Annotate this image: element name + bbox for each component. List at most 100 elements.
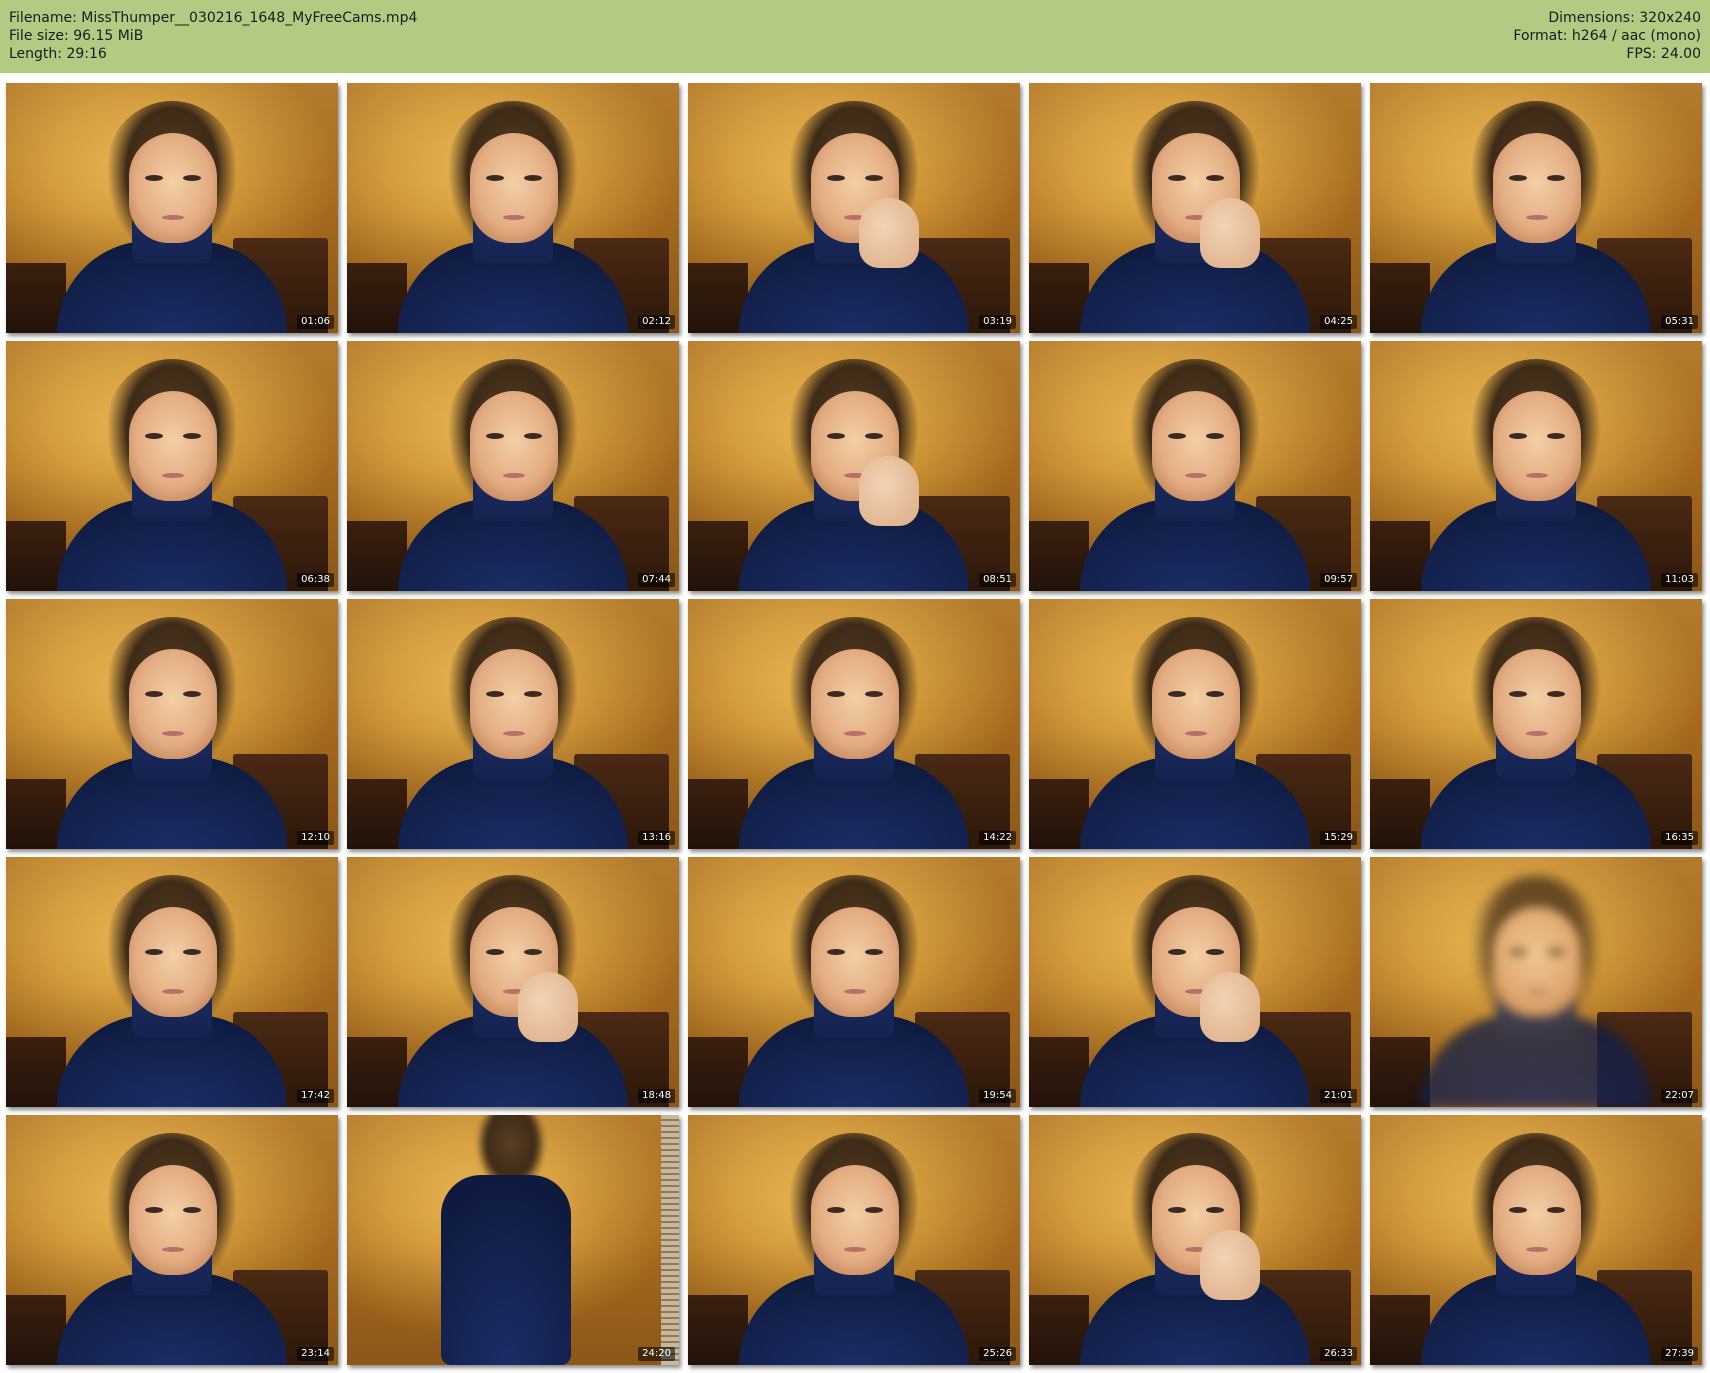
video-thumbnail[interactable]: 05:31 bbox=[1370, 83, 1702, 333]
right-eye bbox=[1547, 691, 1565, 697]
filesize-text: File size: 96.15 MiB bbox=[9, 28, 144, 44]
person-figure bbox=[1080, 609, 1310, 849]
lips bbox=[844, 989, 866, 994]
sweater bbox=[441, 1175, 572, 1365]
timestamp-label: 24:20 bbox=[638, 1347, 675, 1361]
timestamp-label: 27:39 bbox=[1661, 1347, 1698, 1361]
hand bbox=[1200, 198, 1260, 268]
person-figure bbox=[398, 93, 628, 333]
video-thumbnail[interactable]: 18:48 bbox=[347, 857, 679, 1107]
face bbox=[1152, 391, 1240, 501]
right-eye bbox=[865, 433, 883, 439]
video-thumbnail[interactable]: 19:54 bbox=[688, 857, 1020, 1107]
lips bbox=[503, 731, 525, 736]
left-eye bbox=[1168, 1207, 1186, 1213]
timestamp-label: 03:19 bbox=[979, 315, 1016, 329]
hand bbox=[859, 198, 919, 268]
face bbox=[129, 907, 217, 1017]
video-thumbnail[interactable]: 02:12 bbox=[347, 83, 679, 333]
person-figure bbox=[739, 351, 969, 591]
video-thumbnail[interactable]: 11:03 bbox=[1370, 341, 1702, 591]
lips bbox=[1185, 473, 1207, 478]
video-thumbnail[interactable]: 13:16 bbox=[347, 599, 679, 849]
timestamp-label: 13:16 bbox=[638, 831, 675, 845]
person-figure bbox=[739, 1125, 969, 1365]
video-thumbnail[interactable]: 09:57 bbox=[1029, 341, 1361, 591]
video-thumbnail[interactable]: 04:25 bbox=[1029, 83, 1361, 333]
person-figure bbox=[1421, 351, 1651, 591]
right-eye bbox=[1206, 949, 1224, 955]
thumbnail-grid: 01:06 02:12 03:19 04:25 05:31 06:38 07:44 08:51… bbox=[6, 83, 1702, 1365]
left-eye bbox=[145, 433, 163, 439]
left-eye bbox=[486, 949, 504, 955]
video-thumbnail[interactable]: 17:42 bbox=[6, 857, 338, 1107]
video-thumbnail[interactable]: 16:35 bbox=[1370, 599, 1702, 849]
video-thumbnail[interactable]: 21:01 bbox=[1029, 857, 1361, 1107]
timestamp-label: 07:44 bbox=[638, 573, 675, 587]
video-thumbnail[interactable]: 25:26 bbox=[688, 1115, 1020, 1365]
video-thumbnail[interactable]: 24:20 bbox=[347, 1115, 679, 1365]
door-blinds bbox=[661, 1115, 679, 1365]
video-thumbnail[interactable]: 14:22 bbox=[688, 599, 1020, 849]
video-thumbnail[interactable]: 26:33 bbox=[1029, 1115, 1361, 1365]
person-figure bbox=[57, 351, 287, 591]
person-figure bbox=[441, 1115, 572, 1365]
lips bbox=[503, 473, 525, 478]
right-eye bbox=[1206, 175, 1224, 181]
lips bbox=[162, 1247, 184, 1252]
hand bbox=[1200, 972, 1260, 1042]
person-figure bbox=[398, 351, 628, 591]
video-thumbnail[interactable]: 22:07 bbox=[1370, 857, 1702, 1107]
left-eye bbox=[827, 691, 845, 697]
right-eye bbox=[183, 1207, 201, 1213]
lips bbox=[1526, 731, 1548, 736]
left-eye bbox=[486, 175, 504, 181]
left-eye bbox=[486, 433, 504, 439]
video-thumbnail[interactable]: 23:14 bbox=[6, 1115, 338, 1365]
face bbox=[811, 649, 899, 759]
right-eye bbox=[1547, 1207, 1565, 1213]
person-figure bbox=[57, 93, 287, 333]
length-text: Length: 29:16 bbox=[9, 46, 107, 62]
lips bbox=[844, 731, 866, 736]
right-eye bbox=[1206, 691, 1224, 697]
left-eye bbox=[1509, 175, 1527, 181]
person-figure bbox=[1080, 1125, 1310, 1365]
face bbox=[470, 133, 558, 243]
right-eye bbox=[1547, 433, 1565, 439]
video-thumbnail[interactable]: 12:10 bbox=[6, 599, 338, 849]
file-info-header: Filename: MissThumper__030216_1648_MyFre… bbox=[0, 0, 1710, 73]
lips bbox=[1185, 731, 1207, 736]
file-info-right: Dimensions: 320x240 Format: h264 / aac (… bbox=[1513, 9, 1701, 63]
left-eye bbox=[1509, 691, 1527, 697]
video-thumbnail[interactable]: 08:51 bbox=[688, 341, 1020, 591]
left-eye bbox=[145, 1207, 163, 1213]
right-eye bbox=[524, 175, 542, 181]
lips bbox=[162, 473, 184, 478]
face bbox=[1493, 649, 1581, 759]
right-eye bbox=[865, 1207, 883, 1213]
person-figure bbox=[1421, 867, 1651, 1107]
video-thumbnail[interactable]: 03:19 bbox=[688, 83, 1020, 333]
video-thumbnail[interactable]: 06:38 bbox=[6, 341, 338, 591]
timestamp-label: 23:14 bbox=[297, 1347, 334, 1361]
dimensions-text: Dimensions: 320x240 bbox=[1548, 10, 1701, 26]
person-figure bbox=[739, 93, 969, 333]
timestamp-label: 11:03 bbox=[1661, 573, 1698, 587]
timestamp-label: 16:35 bbox=[1661, 831, 1698, 845]
fps-text: FPS: 24.00 bbox=[1626, 46, 1701, 62]
timestamp-label: 12:10 bbox=[297, 831, 334, 845]
video-thumbnail[interactable]: 27:39 bbox=[1370, 1115, 1702, 1365]
timestamp-label: 21:01 bbox=[1320, 1089, 1357, 1103]
lips bbox=[162, 215, 184, 220]
video-thumbnail[interactable]: 07:44 bbox=[347, 341, 679, 591]
video-thumbnail[interactable]: 01:06 bbox=[6, 83, 338, 333]
face bbox=[1493, 1165, 1581, 1275]
left-eye bbox=[1509, 949, 1527, 955]
timestamp-label: 18:48 bbox=[638, 1089, 675, 1103]
hand bbox=[859, 456, 919, 526]
left-eye bbox=[1168, 175, 1186, 181]
video-thumbnail[interactable]: 15:29 bbox=[1029, 599, 1361, 849]
face bbox=[129, 649, 217, 759]
person-figure bbox=[1080, 867, 1310, 1107]
